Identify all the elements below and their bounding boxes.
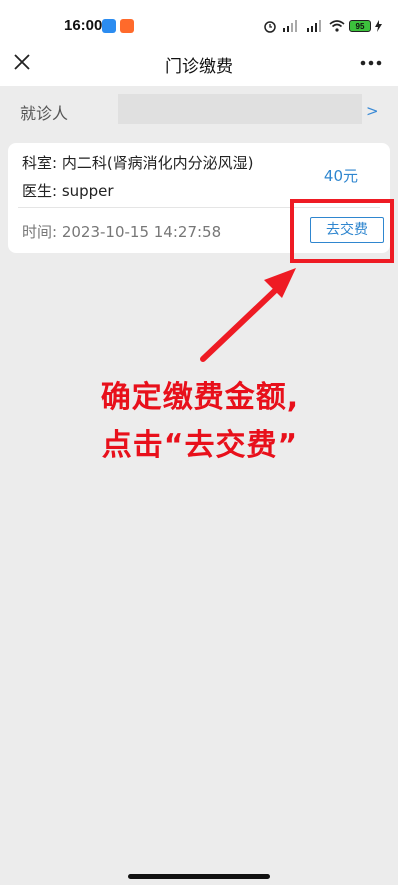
patient-selector[interactable]: 就诊人 > — [0, 88, 398, 132]
status-icons: 95 — [263, 18, 382, 34]
department-text: 科室: 内二科(肾病消化内分泌风湿) — [22, 154, 254, 172]
patient-name-field[interactable] — [118, 94, 362, 124]
page-title: 门诊缴费 — [165, 57, 233, 77]
annotation-line-1: 确定缴费金额, — [100, 380, 300, 415]
annotation-line-2: 点击“去交费” — [101, 428, 299, 463]
home-indicator[interactable] — [128, 874, 270, 879]
doctor-text: 医生: supper — [22, 182, 114, 200]
highlight-box — [290, 199, 394, 263]
signal-icon — [283, 20, 297, 32]
patient-label: 就诊人 — [20, 104, 69, 123]
chevron-right-icon[interactable]: > — [366, 102, 379, 120]
wifi-icon — [329, 20, 345, 32]
app-notification-icon — [120, 19, 134, 33]
visit-time-text: 时间: 2023-10-15 14:27:58 — [22, 223, 222, 241]
app-notification-icon — [102, 19, 116, 33]
more-icon — [360, 60, 382, 66]
instruction-annotation: 确定缴费金额, 点击“去交费” — [40, 374, 360, 470]
title-bar: 门诊缴费 — [0, 40, 398, 86]
signal-icon — [307, 20, 321, 32]
payment-amount: 40元 — [323, 167, 358, 185]
alarm-icon — [264, 21, 276, 33]
battery-icon: 95 — [349, 20, 371, 32]
more-button[interactable] — [356, 50, 386, 76]
status-bar: 16:00 95 — [0, 0, 398, 40]
status-time: 16:00 — [64, 17, 103, 34]
charging-icon — [375, 20, 382, 32]
